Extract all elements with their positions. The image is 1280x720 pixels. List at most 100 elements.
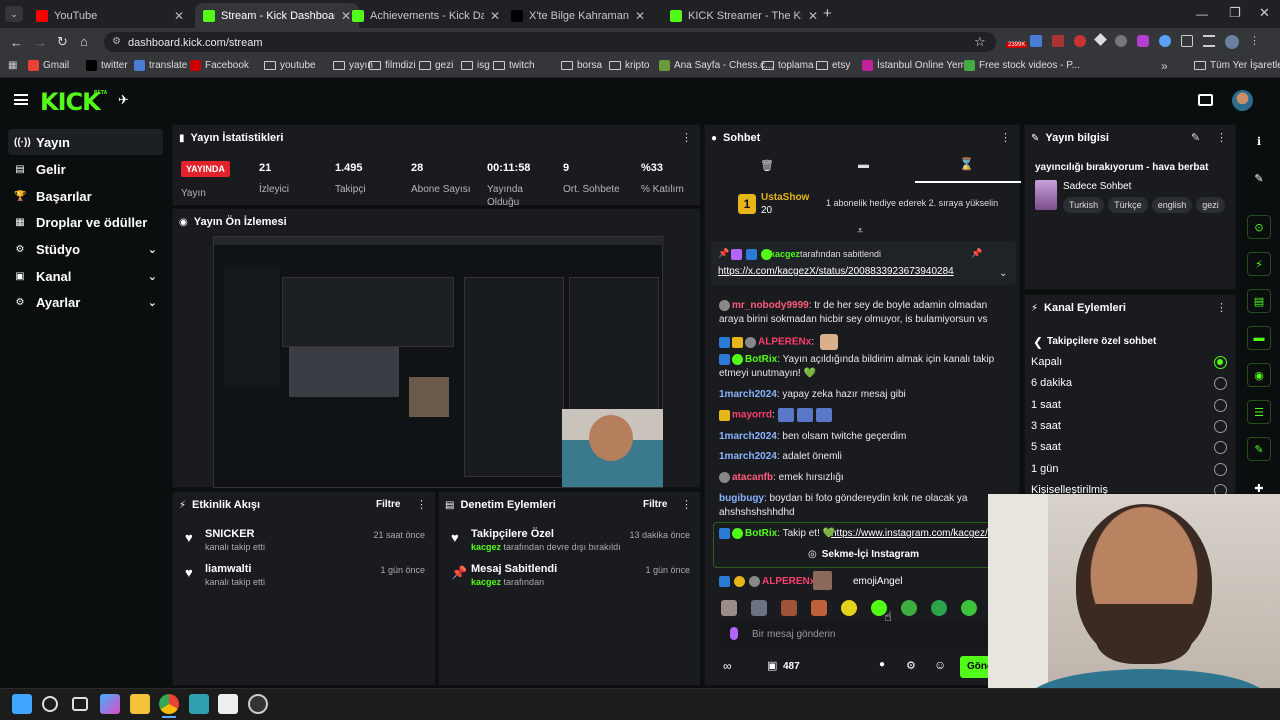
ext-icon[interactable] (1094, 33, 1107, 46)
search-icon[interactable] (42, 696, 58, 712)
bookmark-item[interactable]: twitch (493, 60, 535, 71)
bookmark-item[interactable]: Free stock videos - P... (964, 60, 1080, 71)
forward-icon[interactable]: → (34, 35, 47, 50)
followers-option-label[interactable]: 1 gün (1031, 463, 1059, 475)
hourglass-icon[interactable]: ⌛ (959, 157, 974, 171)
moderator-name[interactable]: kacgez (471, 542, 501, 552)
radio-button[interactable] (1214, 356, 1227, 369)
bookmark-item[interactable]: kripto (609, 60, 649, 71)
bookmark-item[interactable]: Ana Sayfa - Chess.c... (659, 60, 774, 71)
activity-user[interactable]: liamwalti (205, 563, 251, 575)
maximize-button[interactable]: ❐ (1229, 5, 1241, 21)
bookmark-item[interactable]: youtube (264, 60, 316, 71)
bookmark-item[interactable]: etsy (816, 60, 850, 71)
emoji-option[interactable] (781, 600, 797, 616)
kick-logo[interactable]: KICK (40, 88, 101, 116)
sidebar-item-6[interactable]: ▣ Kanal ⌄ (8, 263, 163, 289)
chat-username[interactable]: BotRix (745, 528, 777, 539)
ext-icon[interactable] (1030, 35, 1042, 47)
sidebar-item-7[interactable]: ⚙ Ayarlar ⌄ (8, 289, 163, 315)
chat-username[interactable]: atacanfb (732, 472, 773, 483)
stream-preview-video[interactable] (213, 236, 664, 488)
chat-menu-icon[interactable]: ⋮ (1000, 131, 1011, 144)
radio-button[interactable] (1214, 419, 1227, 433)
trash-icon[interactable]: 🗑 (760, 159, 774, 172)
stats-menu-icon[interactable]: ⋮ (681, 131, 692, 144)
message-icon[interactable]: ▬ (1247, 326, 1271, 350)
followers-option-label[interactable]: Kapalı (1031, 356, 1062, 368)
pin-tool-icon[interactable]: ✈ (118, 92, 129, 108)
lightning-icon[interactable]: ⚡ (1247, 252, 1271, 276)
extension-badge[interactable]: 2399K (1006, 42, 1028, 48)
more-vert-icon[interactable]: ⋮ (1249, 35, 1260, 49)
notes-icon[interactable]: ▤ (1247, 289, 1271, 313)
emoji-option[interactable] (721, 600, 737, 616)
chat-settings-icon[interactable]: ⚙ (906, 659, 916, 672)
ext-icon[interactable] (1052, 35, 1064, 47)
emoji-option[interactable] (811, 600, 827, 616)
browser-tab[interactable]: YouTube ✕ (28, 3, 192, 28)
tab-search-button[interactable]: ⌄ (5, 6, 23, 22)
emoji-option[interactable] (751, 600, 767, 616)
url-text[interactable]: dashboard.kick.com/stream (128, 37, 263, 49)
tab-close-icon[interactable]: ✕ (490, 9, 500, 23)
moderation-menu-icon[interactable]: ⋮ (681, 498, 692, 511)
back-arrow-icon[interactable]: ❮ (1033, 335, 1043, 349)
app-icon[interactable] (189, 694, 209, 714)
chat-username[interactable]: 1march2024 (719, 451, 777, 462)
site-info-icon[interactable]: ⚙ (112, 36, 121, 47)
focus-icon[interactable]: ⊙ (1247, 215, 1271, 239)
followers-option-label[interactable]: 5 saat (1031, 441, 1061, 453)
chat-username[interactable]: 1march2024 (719, 389, 777, 400)
bookmark-star-icon[interactable]: ☆ (974, 34, 986, 50)
chat-username[interactable]: mr_nobody9999 (732, 300, 809, 311)
menu-lines-icon[interactable] (1203, 35, 1215, 47)
browser-tab[interactable]: X'te Bilge Kahraman: "Kick Partn ✕ (503, 3, 653, 28)
tab-close-icon[interactable]: ✕ (174, 9, 184, 23)
hamburger-icon[interactable] (14, 94, 28, 105)
creator-switch-icon[interactable] (1198, 94, 1213, 106)
browser-tab[interactable]: KICK Streamer - The KICK Partn ✕ (662, 3, 826, 28)
chat-username[interactable]: mayorrd (732, 410, 772, 421)
activity-user[interactable]: SNICKER (205, 528, 255, 540)
puzzle-icon[interactable] (1181, 35, 1193, 47)
bookmark-item[interactable]: Facebook (190, 60, 249, 71)
followers-option-label[interactable]: 6 dakika (1031, 377, 1072, 389)
tab-close-icon[interactable]: ✕ (635, 9, 645, 23)
followers-option-label[interactable]: 3 saat (1031, 420, 1061, 432)
pinned-link[interactable]: https://x.com/kacgezX/status/20088339236… (718, 266, 954, 277)
infinity-points-icon[interactable]: ∞ (723, 659, 732, 673)
apps-icon[interactable]: ▦ (8, 60, 17, 71)
broadcast-rail-icon[interactable]: ◉ (1247, 363, 1271, 387)
chat-username[interactable]: ALPERENx (758, 337, 811, 348)
emoji-option[interactable] (841, 600, 857, 616)
bookmark-item[interactable]: translate (134, 60, 187, 71)
ext-icon[interactable] (1074, 35, 1086, 47)
list-icon[interactable]: ☰ (1247, 400, 1271, 424)
copilot-icon[interactable] (100, 694, 120, 714)
chat-username[interactable]: 1march2024 (719, 431, 777, 442)
obs-icon[interactable] (248, 694, 268, 714)
moderator-name[interactable]: kacgez (471, 577, 501, 587)
task-view-icon[interactable] (72, 697, 88, 711)
ext-icon[interactable] (1159, 35, 1171, 47)
bookmark-item[interactable]: gezi (419, 60, 453, 71)
sidebar-item-3[interactable]: 🏆 Başarılar (8, 183, 163, 209)
stream-tag[interactable]: gezi (1196, 197, 1225, 213)
radio-button[interactable] (1214, 462, 1227, 476)
emoji-option[interactable] (931, 600, 947, 616)
close-window-button[interactable]: ✕ (1259, 5, 1270, 21)
emote-menu-icon[interactable]: ☺ (934, 658, 946, 672)
bookmark-item[interactable]: Gmail (28, 60, 69, 71)
sidebar-item-4[interactable]: ▦ Droplar ve ödüller (8, 209, 163, 235)
all-bookmarks[interactable]: Tüm Yer İşaretleri (1194, 60, 1280, 71)
browser-tab[interactable]: Stream - Kick Dashboard ✕ (195, 3, 359, 28)
ext-icon[interactable] (1137, 35, 1149, 47)
minimize-button[interactable]: — (1196, 7, 1208, 21)
followers-option-label[interactable]: 1 saat (1031, 399, 1061, 411)
mic-icon[interactable] (730, 627, 738, 640)
wrench-rail-icon[interactable]: ✎ (1247, 437, 1271, 461)
windows-start-icon[interactable] (12, 694, 32, 714)
profile-avatar[interactable] (1225, 35, 1239, 49)
chat-username[interactable]: BotRix (745, 354, 777, 365)
